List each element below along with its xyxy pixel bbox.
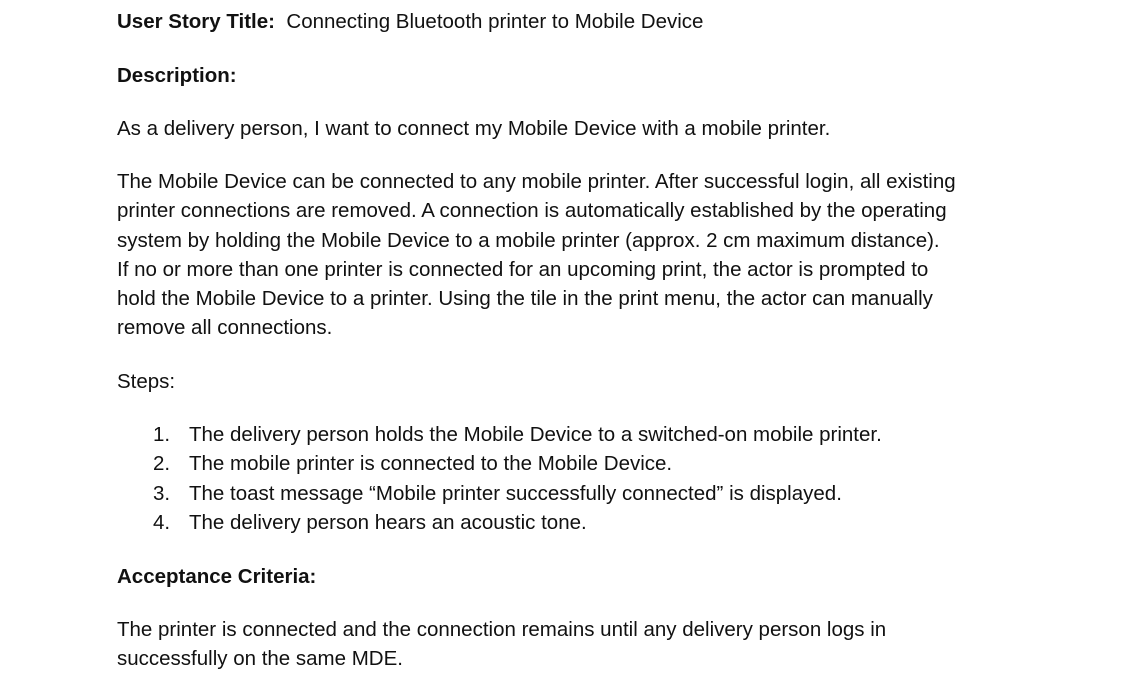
description-heading: Description: xyxy=(117,64,237,87)
step-number: 3. xyxy=(153,481,171,505)
steps-heading: Steps: xyxy=(117,370,176,393)
step-number: 4. xyxy=(153,510,171,534)
description-detail-line: The Mobile Device can be connected to an… xyxy=(117,170,956,193)
description-detail-line: If no or more than one printer is connec… xyxy=(117,257,929,281)
step-text: The delivery person holds the Mobile Dev… xyxy=(189,423,882,446)
step-text: The delivery person hears an acoustic to… xyxy=(189,510,587,534)
description-detail-line: printer connections are removed. A conne… xyxy=(117,199,947,223)
acceptance-line: The printer is connected and the connect… xyxy=(117,618,887,641)
description-intro: As a delivery person, I want to connect … xyxy=(117,117,831,140)
step-number: 2. xyxy=(153,452,171,476)
story-title-value: Connecting Bluetooth printer to Mobile D… xyxy=(286,10,704,33)
description-detail-line: hold the Mobile Device to a printer. Usi… xyxy=(117,287,933,311)
step-item: 3. The toast message “Mobile printer suc… xyxy=(117,479,882,508)
step-item: 2. The mobile printer is connected to th… xyxy=(117,449,882,478)
step-item: 1. The delivery person holds the Mobile … xyxy=(117,420,882,449)
acceptance-heading: Acceptance Criteria: xyxy=(117,565,317,588)
step-number: 1. xyxy=(153,423,171,446)
acceptance-line: successfully on the same MDE. xyxy=(117,647,403,671)
story-title-line: User Story Title: Connecting Bluetooth p… xyxy=(117,7,703,36)
description-detail-line: remove all connections. xyxy=(117,316,333,340)
description-detail-line: system by holding the Mobile Device to a… xyxy=(117,228,940,252)
step-text: The toast message “Mobile printer succes… xyxy=(189,481,842,505)
acceptance-text: The printer is connected and the connect… xyxy=(117,615,1022,674)
step-text: The mobile printer is connected to the M… xyxy=(189,452,673,476)
steps-list: 1. The delivery person holds the Mobile … xyxy=(117,420,882,537)
story-title-label: User Story Title: xyxy=(117,10,275,33)
step-item: 4. The delivery person hears an acoustic… xyxy=(117,508,882,537)
description-detail: The Mobile Device can be connected to an… xyxy=(117,167,1022,343)
